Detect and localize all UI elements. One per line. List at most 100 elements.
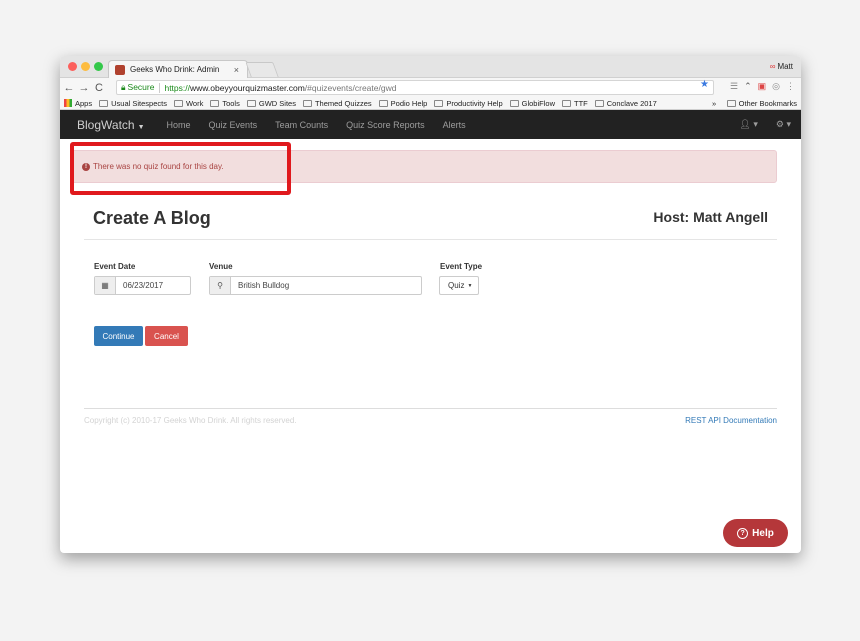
app-navbar: BlogWatch ▼ Home Quiz Events Team Counts … bbox=[60, 110, 801, 139]
close-window-button[interactable] bbox=[68, 62, 77, 71]
bookmark-label: Podio Help bbox=[390, 98, 428, 108]
bookmark-folder[interactable]: Usual Sitespects bbox=[99, 99, 167, 108]
navbar-right: 👤︎ ▾ ⚙ ▾ bbox=[739, 119, 791, 130]
address-bar: ← → C 🔒︎ Secure https://www.obeyyourquizm… bbox=[60, 78, 801, 97]
brand-dropdown[interactable]: BlogWatch ▼ bbox=[77, 118, 145, 132]
url-path: /#quizevents/create/gwd bbox=[304, 82, 397, 93]
profile-name: Matt bbox=[777, 62, 793, 71]
folder-icon bbox=[173, 99, 183, 107]
url-scheme: https:// bbox=[164, 82, 190, 93]
bookmark-folder[interactable]: Themed Quizzes bbox=[302, 98, 372, 108]
bookmark-label: Tools bbox=[222, 98, 240, 108]
tab-close-icon[interactable]: × bbox=[234, 65, 239, 75]
minimize-window-button[interactable] bbox=[81, 62, 90, 71]
nav-team-counts[interactable]: Team Counts bbox=[275, 120, 328, 130]
bookmark-label: Work bbox=[185, 98, 204, 108]
secure-label: Secure bbox=[127, 82, 155, 92]
favicon-icon bbox=[115, 64, 125, 75]
nav-quiz-events[interactable]: Quiz Events bbox=[209, 120, 258, 130]
copyright-text: Copyright (c) 2010-17 Geeks Who Drink. A… bbox=[84, 416, 297, 425]
bookmark-label: Themed Quizzes bbox=[314, 98, 372, 108]
continue-button[interactable]: Continue bbox=[94, 326, 143, 346]
url-input[interactable]: 🔒︎ Secure https://www.obeyyourquizmaster.… bbox=[116, 80, 714, 95]
profile-button[interactable]: ∞ Matt bbox=[770, 62, 793, 71]
folder-icon bbox=[726, 100, 736, 107]
settings-gear-icon[interactable]: ⚙ ▾ bbox=[776, 119, 791, 130]
event-type-dropdown[interactable]: Quiz ▼ bbox=[439, 276, 480, 295]
forward-button[interactable]: → bbox=[78, 82, 90, 94]
folder-icon bbox=[99, 99, 109, 107]
bookmark-folder[interactable]: Conclave 2017 bbox=[594, 98, 657, 108]
calendar-icon[interactable]: ▦ bbox=[95, 277, 116, 294]
bookmark-label: GWD Sites bbox=[258, 98, 296, 108]
highlight-annotation-box bbox=[70, 142, 291, 195]
rest-api-documentation-link[interactable]: REST API Documentation bbox=[685, 416, 777, 425]
url-domain: www.obeyyourquizmaster.com bbox=[189, 82, 305, 93]
folder-icon bbox=[434, 99, 444, 107]
nav-alerts[interactable]: Alerts bbox=[443, 120, 466, 130]
venue-search-input[interactable]: ⚲ British Bulldog bbox=[209, 276, 422, 295]
search-icon: ⚲ bbox=[210, 277, 231, 294]
event-type-label: Event Type bbox=[440, 262, 483, 271]
secure-indicator[interactable]: 🔒︎ Secure bbox=[121, 82, 154, 93]
other-bookmarks-folder[interactable]: Other Bookmarks bbox=[726, 99, 797, 108]
page-title: Create A Blog bbox=[93, 208, 211, 228]
help-button[interactable]: ? Help bbox=[723, 519, 788, 547]
extension-icons: ☰ ⌃ ▣ ◎ ⋮ bbox=[730, 81, 795, 92]
apps-grid-icon bbox=[64, 99, 72, 107]
menu-kebab-icon[interactable]: ⋮ bbox=[786, 81, 795, 92]
caret-down-icon: ▼ bbox=[137, 123, 145, 131]
bookmark-folder[interactable]: Podio Help bbox=[378, 98, 428, 108]
bookmark-folder[interactable]: GWD Sites bbox=[246, 98, 296, 108]
bookmark-folder[interactable]: TTF bbox=[561, 98, 588, 108]
extension-icon[interactable]: ◎ bbox=[772, 81, 780, 92]
bookmark-label: Productivity Help bbox=[446, 98, 503, 108]
lock-icon: 🔒︎ bbox=[121, 82, 126, 92]
bookmarks-bar: Apps Usual Sitespects Work Tools GWD Sit… bbox=[60, 97, 801, 110]
question-circle-icon: ? bbox=[737, 527, 749, 539]
bookmark-folder[interactable]: GlobiFlow bbox=[509, 98, 555, 108]
bookmark-folder[interactable]: Productivity Help bbox=[434, 98, 503, 108]
bookmark-label: Conclave 2017 bbox=[606, 98, 657, 108]
extension-icon[interactable]: ⌃ bbox=[744, 81, 752, 92]
bookmark-label: Usual Sitespects bbox=[111, 98, 167, 108]
new-tab-button[interactable] bbox=[245, 62, 279, 77]
bookmark-apps[interactable]: Apps bbox=[64, 99, 92, 108]
bookmark-label: TTF bbox=[573, 98, 588, 108]
folder-icon bbox=[378, 99, 388, 107]
header-divider bbox=[84, 239, 777, 240]
cancel-button[interactable]: Cancel bbox=[145, 326, 188, 346]
brand-label: BlogWatch bbox=[77, 117, 135, 132]
folder-icon bbox=[594, 99, 604, 107]
bookmark-label: Other Bookmarks bbox=[738, 99, 797, 108]
event-date-label: Event Date bbox=[94, 262, 136, 271]
folder-icon bbox=[210, 99, 220, 107]
folder-icon bbox=[246, 99, 256, 107]
event-type-value: Quiz bbox=[448, 281, 465, 290]
footer-divider bbox=[84, 408, 777, 409]
title-bar: Geeks Who Drink: Admin × ∞ Matt bbox=[60, 56, 801, 78]
bookmarks-overflow-button[interactable]: » bbox=[712, 99, 716, 108]
bookmark-label: GlobiFlow bbox=[521, 98, 555, 108]
host-name: Host: Matt Angell bbox=[653, 209, 768, 225]
nav-home[interactable]: Home bbox=[167, 120, 191, 130]
tab-title: Geeks Who Drink: Admin bbox=[130, 65, 220, 74]
maximize-window-button[interactable] bbox=[94, 62, 103, 71]
event-date-field[interactable]: ▦ 06/23/2017 bbox=[94, 276, 191, 295]
extension-icon[interactable]: ▣ bbox=[758, 81, 767, 92]
browser-tab[interactable]: Geeks Who Drink: Admin × bbox=[108, 60, 248, 78]
folder-icon bbox=[509, 99, 519, 107]
bookmark-folder[interactable]: Tools bbox=[210, 99, 240, 108]
venue-label: Venue bbox=[209, 262, 233, 271]
extension-icon[interactable]: ☰ bbox=[730, 81, 738, 92]
help-label: Help bbox=[752, 527, 774, 539]
bookmark-star-icon[interactable]: ★ bbox=[700, 79, 709, 90]
venue-value: British Bulldog bbox=[238, 281, 290, 290]
back-button[interactable]: ← bbox=[63, 82, 75, 94]
nav-quiz-score-reports[interactable]: Quiz Score Reports bbox=[346, 120, 425, 130]
reload-button[interactable]: C bbox=[93, 82, 105, 94]
user-menu-icon[interactable]: 👤︎ ▾ bbox=[739, 119, 757, 130]
bookmark-label: Apps bbox=[75, 98, 93, 108]
bookmark-folder[interactable]: Work bbox=[173, 98, 204, 108]
caret-down-icon: ▼ bbox=[467, 282, 473, 289]
